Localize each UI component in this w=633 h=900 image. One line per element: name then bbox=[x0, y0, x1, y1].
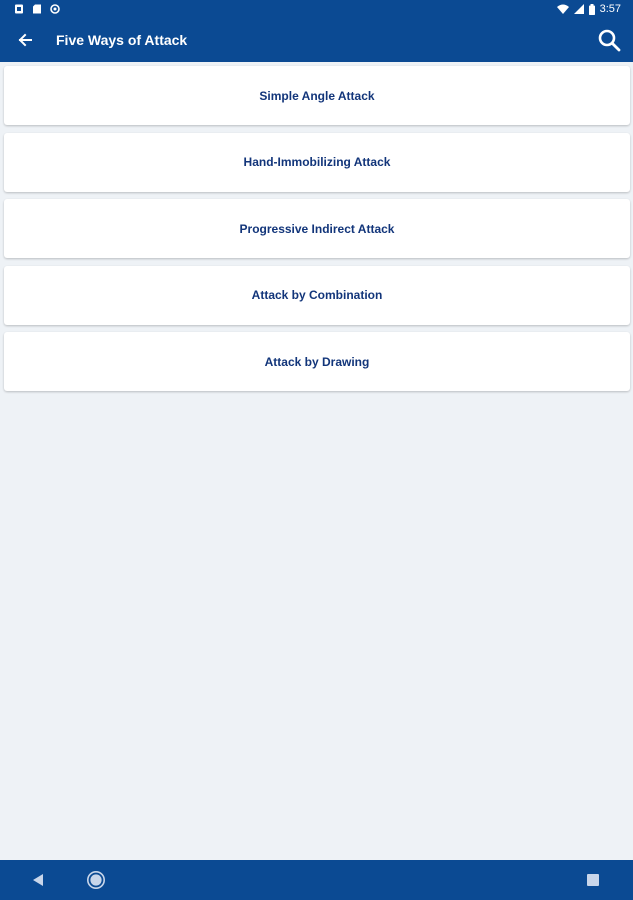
sd-card-icon bbox=[33, 4, 41, 14]
signal-icon bbox=[573, 4, 584, 14]
list-item-label: Attack by Combination bbox=[251, 288, 383, 302]
page-title: Five Ways of Attack bbox=[56, 32, 188, 48]
nav-back-icon[interactable] bbox=[30, 872, 46, 888]
arrow-left-icon bbox=[18, 33, 32, 47]
list-item-progressive-indirect-attack[interactable]: Progressive Indirect Attack bbox=[4, 199, 630, 258]
nav-home-icon[interactable] bbox=[86, 870, 106, 890]
nav-recents-icon[interactable] bbox=[586, 873, 600, 887]
status-bar: 3:57 bbox=[0, 0, 633, 18]
back-button[interactable] bbox=[12, 28, 38, 52]
sync-icon bbox=[50, 4, 60, 14]
list-item-label: Hand-Immobilizing Attack bbox=[243, 155, 391, 169]
list-item-attack-by-drawing[interactable]: Attack by Drawing bbox=[4, 332, 630, 391]
sim-card-icon bbox=[15, 4, 23, 14]
list-item-label: Simple Angle Attack bbox=[259, 88, 375, 103]
notification-icons bbox=[14, 4, 60, 14]
search-icon bbox=[598, 29, 621, 52]
list-item-simple-angle-attack[interactable]: Simple Angle Attack bbox=[4, 66, 630, 125]
system-nav-bar bbox=[0, 860, 633, 900]
list-item-label: Attack by Drawing bbox=[264, 354, 370, 369]
wifi-icon bbox=[556, 4, 569, 14]
list-item-attack-by-combination[interactable]: Attack by Combination bbox=[4, 265, 630, 325]
status-time: 3:57 bbox=[599, 3, 621, 15]
attack-list: Simple Angle Attack Hand-Immobilizing At… bbox=[4, 66, 630, 399]
system-icons: 3:57 bbox=[556, 0, 621, 18]
battery-icon bbox=[588, 3, 595, 15]
list-item-label: Progressive Indirect Attack bbox=[239, 221, 395, 236]
app-bar: Five Ways of Attack bbox=[0, 18, 633, 62]
list-item-hand-immobilizing-attack[interactable]: Hand-Immobilizing Attack bbox=[4, 132, 630, 192]
search-button[interactable] bbox=[595, 26, 623, 54]
